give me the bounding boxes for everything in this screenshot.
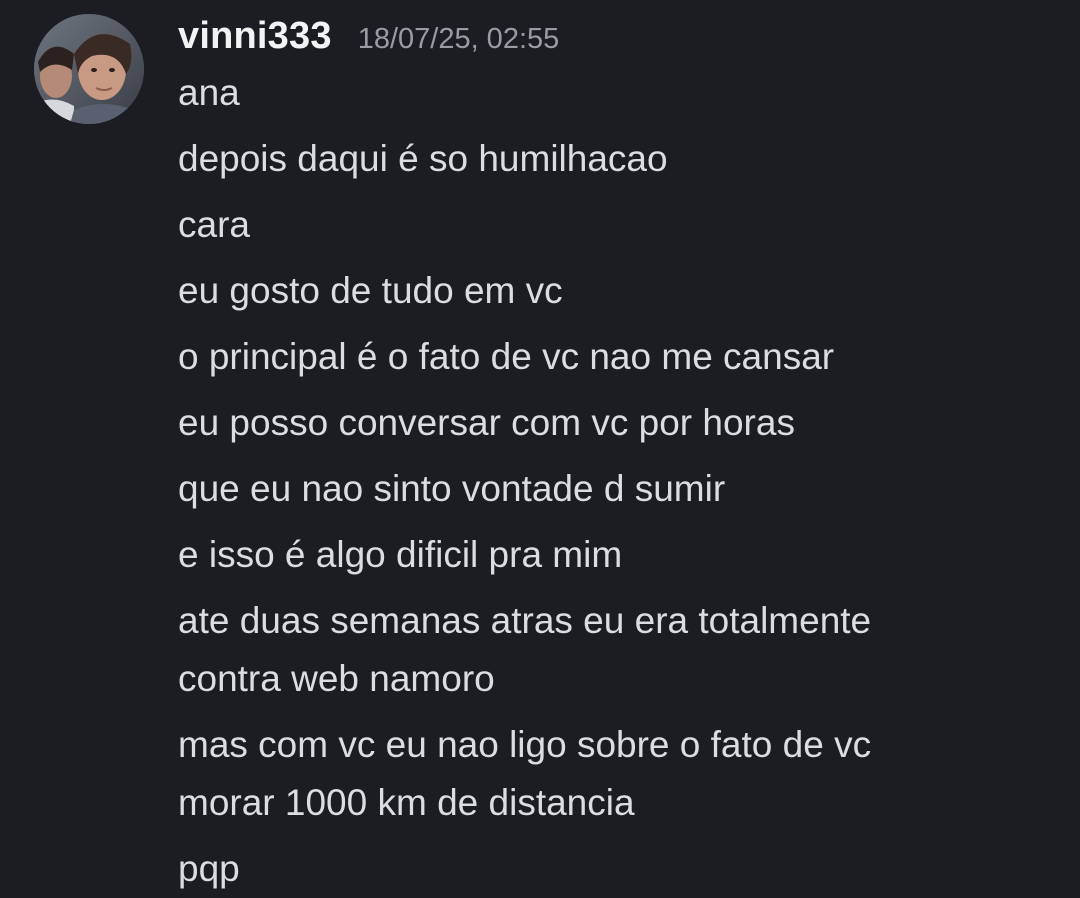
message-group: vinni333 18/07/25, 02:55 ana depois daqui… <box>0 0 1080 898</box>
message-text-line: eu gosto de tudo em vc <box>178 270 563 311</box>
message-text-line: pqp <box>178 848 240 889</box>
message-text-line: contra web namoro <box>178 658 495 699</box>
message-text-line: eu posso conversar com vc por horas <box>178 402 795 443</box>
message-text-line: ana <box>178 72 240 113</box>
chat-message[interactable]: que eu nao sinto vontade d sumir <box>178 460 1058 518</box>
chat-message[interactable]: e isso é algo dificil pra mim <box>178 526 1058 584</box>
chat-message[interactable]: eu posso conversar com vc por horas <box>178 394 1058 452</box>
message-text-line: cara <box>178 204 250 245</box>
message-text-line: o principal é o fato de vc nao me cansar <box>178 336 835 377</box>
message-text-line: ate duas semanas atras eu era totalmente <box>178 600 872 641</box>
chat-message[interactable]: depois daqui é so humilhacao <box>178 130 1058 188</box>
message-text-line: depois daqui é so humilhacao <box>178 138 668 179</box>
chat-message[interactable]: ana <box>178 64 1058 122</box>
message-timestamp: 18/07/25, 02:55 <box>357 23 560 55</box>
user-avatar[interactable] <box>34 14 144 124</box>
message-text-line: mas com vc eu nao ligo sobre o fato de v… <box>178 724 872 765</box>
message-list: ana depois daqui é so humilhacao cara eu go… <box>178 64 1058 898</box>
chat-message[interactable]: ate duas semanas atras eu era totalmente… <box>178 592 1058 708</box>
chat-message[interactable]: o principal é o fato de vc nao me cansar <box>178 328 1058 386</box>
message-text-line: que eu nao sinto vontade d sumir <box>178 468 726 509</box>
message-header: vinni333 18/07/25, 02:55 <box>178 10 559 62</box>
chat-message[interactable]: cara <box>178 196 1058 254</box>
avatar-photo-icon <box>34 14 144 124</box>
message-text-line: e isso é algo dificil pra mim <box>178 534 623 575</box>
chat-message[interactable]: eu gosto de tudo em vc <box>178 262 1058 320</box>
chat-message[interactable]: mas com vc eu nao ligo sobre o fato de v… <box>178 716 1058 832</box>
chat-message[interactable]: pqp <box>178 840 1058 898</box>
message-text-line: morar 1000 km de distancia <box>178 782 635 823</box>
username[interactable]: vinni333 <box>178 10 332 62</box>
